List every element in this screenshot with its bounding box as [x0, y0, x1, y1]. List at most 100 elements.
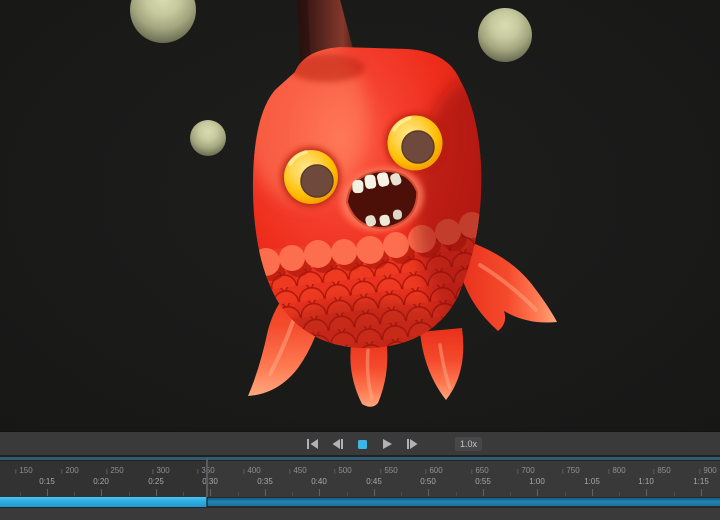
step-back-button[interactable] — [330, 437, 344, 451]
frame-tick — [106, 469, 107, 474]
frame-number: 750 — [566, 467, 579, 475]
separator-accent-line — [0, 457, 720, 460]
frame-tick — [517, 469, 518, 474]
ruler-tick-major — [537, 489, 538, 496]
frame-tick-label: 200 — [61, 467, 78, 475]
frame-tick — [471, 469, 472, 474]
skip-to-start-icon — [307, 439, 318, 449]
frame-tick-label: 700 — [517, 467, 534, 475]
frame-tick — [699, 469, 700, 474]
step-forward-button[interactable] — [405, 437, 419, 451]
frame-number: 850 — [657, 467, 670, 475]
ruler-tick-minor — [74, 492, 75, 496]
frame-tick — [425, 469, 426, 474]
time-tick-label: 1:15 — [693, 478, 709, 486]
time-tick-label: 0:45 — [366, 478, 382, 486]
playhead-line-upper — [206, 458, 208, 497]
ruler-tick-minor — [674, 492, 675, 496]
goldfish-illustration — [0, 0, 720, 431]
ruler-tick-major — [646, 489, 647, 496]
frame-number: 550 — [384, 467, 397, 475]
frame-tick-label: 250 — [106, 467, 123, 475]
frame-number: 400 — [247, 467, 260, 475]
stop-button[interactable] — [355, 437, 369, 451]
frame-number: 350 — [201, 467, 214, 475]
ruler-tick-major — [156, 489, 157, 496]
ruler-tick-major — [374, 489, 375, 496]
right-eye — [385, 113, 445, 173]
time-tick-label: 0:50 — [420, 478, 436, 486]
time-tick-label: 0:40 — [311, 478, 327, 486]
ruler-tick-minor — [238, 492, 239, 496]
frame-number: 700 — [521, 467, 534, 475]
frame-tick-label: 750 — [562, 467, 579, 475]
animation-player-app: 1.0x 150 200 250 300 350 400 450 500 550 600 650 70… — [0, 0, 720, 520]
step-forward-icon — [407, 439, 418, 449]
ruler-tick-minor — [347, 492, 348, 496]
bottom-strip — [0, 507, 720, 520]
seek-bar-played — [0, 497, 207, 507]
ruler-tick-minor — [401, 492, 402, 496]
stop-square-icon — [358, 440, 367, 449]
ruler-tick-minor — [183, 492, 184, 496]
skip-to-start-button[interactable] — [305, 437, 319, 451]
frame-tick — [653, 469, 654, 474]
transport-controls: 1.0x — [305, 432, 482, 456]
playback-speed-chip[interactable]: 1.0x — [455, 437, 482, 451]
viewport-canvas — [0, 0, 720, 431]
frame-number: 500 — [338, 467, 351, 475]
frame-number: 250 — [110, 467, 123, 475]
frame-number: 200 — [65, 467, 78, 475]
time-tick-label: 1:10 — [638, 478, 654, 486]
record-button[interactable] — [430, 437, 444, 451]
left-eye — [281, 147, 341, 207]
frame-number: 800 — [612, 467, 625, 475]
frame-number: 300 — [156, 467, 169, 475]
time-tick-label: 0:30 — [202, 478, 218, 486]
frame-tick-label: 850 — [653, 467, 670, 475]
transport-controls-bar: 1.0x — [0, 431, 720, 455]
timeline-ruler[interactable]: 150 200 250 300 350 400 450 500 550 600 650 700 750 8… — [0, 461, 720, 497]
frame-tick-label: 300 — [152, 467, 169, 475]
time-tick-label: 1:00 — [529, 478, 545, 486]
frame-tick-label: 650 — [471, 467, 488, 475]
ruler-tick-minor — [456, 492, 457, 496]
ruler-tick-major — [483, 489, 484, 496]
ruler-tick-minor — [292, 492, 293, 496]
frame-tick — [15, 469, 16, 474]
ruler-tick-major — [210, 489, 211, 496]
frame-tick — [61, 469, 62, 474]
ruler-tick-major — [428, 489, 429, 496]
frame-tick — [289, 469, 290, 474]
frame-tick — [608, 469, 609, 474]
time-tick-label: 0:25 — [148, 478, 164, 486]
frame-number: 450 — [293, 467, 306, 475]
frame-number: 650 — [475, 467, 488, 475]
ruler-tick-major — [592, 489, 593, 496]
frame-tick-label: 800 — [608, 467, 625, 475]
ruler-tick-major — [701, 489, 702, 496]
frame-number: 150 — [19, 467, 32, 475]
ruler-tick-major — [319, 489, 320, 496]
ruler-tick-minor — [20, 492, 21, 496]
ruler-tick-major — [47, 489, 48, 496]
bubble — [478, 8, 532, 62]
frame-tick-label: 600 — [425, 467, 442, 475]
seek-bar[interactable] — [0, 497, 720, 507]
ruler-tick-major — [265, 489, 266, 496]
ruler-tick-major — [101, 489, 102, 496]
frame-tick-label: 500 — [334, 467, 351, 475]
frame-number: 600 — [429, 467, 442, 475]
frame-tick-label: 450 — [289, 467, 306, 475]
frame-tick-label: 550 — [380, 467, 397, 475]
frame-tick-label: 150 — [15, 467, 32, 475]
ruler-tick-minor — [619, 492, 620, 496]
ruler-tick-minor — [129, 492, 130, 496]
ruler-tick-minor — [565, 492, 566, 496]
step-back-icon — [332, 439, 343, 449]
time-tick-label: 0:55 — [475, 478, 491, 486]
frame-tick — [334, 469, 335, 474]
play-button[interactable] — [380, 437, 394, 451]
time-tick-label: 0:35 — [257, 478, 273, 486]
frame-tick-label: 900 — [699, 467, 716, 475]
